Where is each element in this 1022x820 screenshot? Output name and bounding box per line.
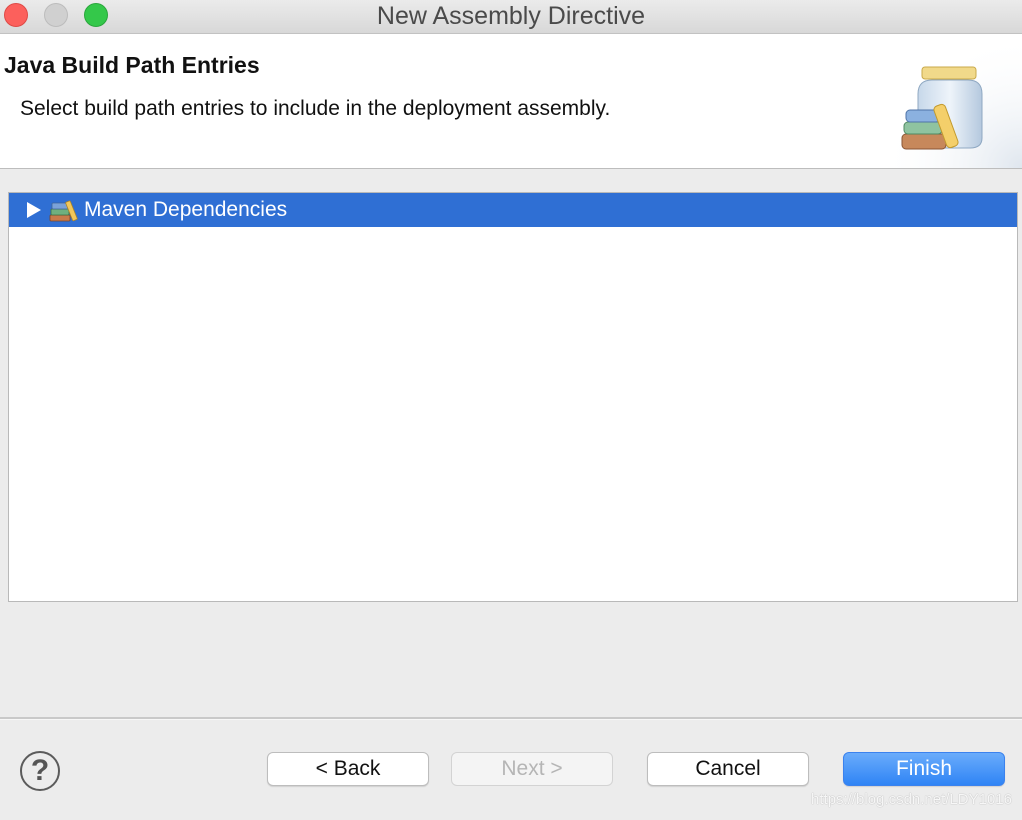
library-icon: [49, 200, 78, 222]
tree-item-label: Maven Dependencies: [84, 198, 288, 221]
cancel-button[interactable]: Cancel: [647, 752, 809, 786]
help-icon[interactable]: ?: [20, 751, 60, 791]
watermark: https://blog.csdn.net/LDY1016: [811, 791, 1012, 808]
footer-divider: [0, 717, 1022, 720]
library-jar-icon: [882, 34, 1022, 168]
build-path-entries-tree[interactable]: Maven Dependencies: [8, 192, 1018, 602]
tree-item-maven-dependencies[interactable]: Maven Dependencies: [9, 193, 1017, 227]
title-bar: New Assembly Directive: [0, 0, 1022, 34]
expand-arrow-icon[interactable]: [25, 200, 43, 220]
page-description: Select build path entries to include in …: [20, 97, 611, 120]
wizard-header: Java Build Path Entries Select build pat…: [0, 34, 1022, 169]
finish-button[interactable]: Finish: [843, 752, 1005, 786]
page-title: Java Build Path Entries: [4, 52, 260, 78]
next-button[interactable]: Next >: [451, 752, 613, 786]
window-title: New Assembly Directive: [376, 2, 646, 30]
back-button[interactable]: < Back: [267, 752, 429, 786]
